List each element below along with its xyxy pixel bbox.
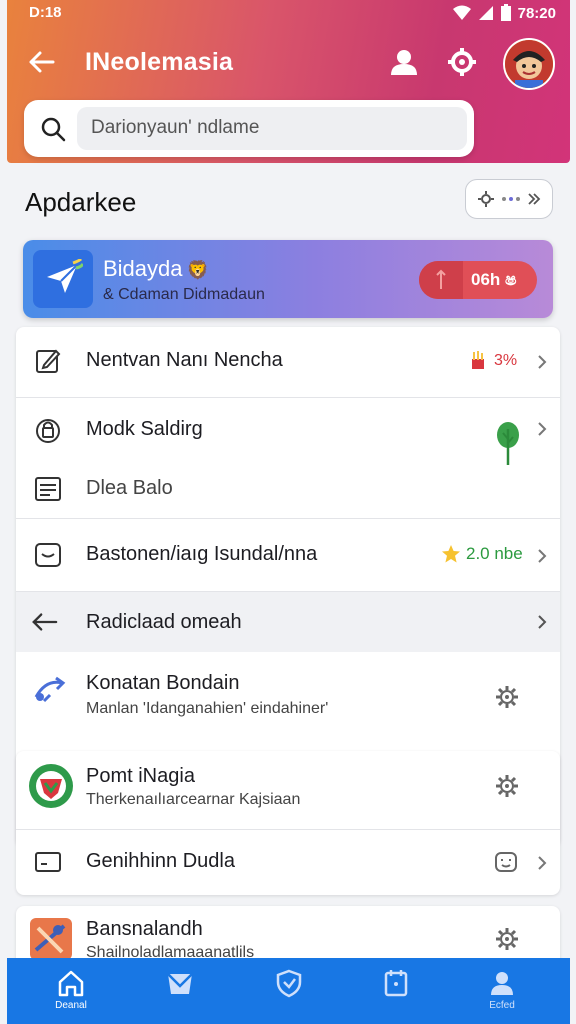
section-title: Apdarkee xyxy=(25,187,137,217)
sparkle-icon xyxy=(478,191,494,207)
battery-icon xyxy=(500,4,511,21)
list-item[interactable]: Dlea Balo xyxy=(16,460,560,518)
paper-plane-icon xyxy=(33,250,93,308)
list-item[interactable]: Genihhinn Dudla xyxy=(16,830,560,895)
shield-badge-icon xyxy=(28,763,74,809)
gear-icon[interactable] xyxy=(494,773,520,799)
page-title: INeolemasia xyxy=(85,48,234,76)
app-bar: INeolemasia xyxy=(7,36,570,90)
chevron-right-icon xyxy=(534,853,550,873)
inbox-icon xyxy=(34,541,62,569)
calendar-icon xyxy=(384,970,408,997)
status-icons: 78:20 xyxy=(452,4,556,22)
avatar[interactable] xyxy=(503,38,555,90)
fries-icon xyxy=(472,351,484,369)
chat-face-icon xyxy=(495,852,517,872)
featured-card[interactable]: Bidayda 🦁 & Cdaman Didmadaun 06h ෂ xyxy=(23,240,553,318)
list-item-subtitle: Therkenaılıarcearnar Kajsiaan xyxy=(86,791,301,808)
list-item[interactable]: Modk Saldirg xyxy=(16,398,560,460)
nav-home[interactable]: Deanal xyxy=(41,968,101,1018)
list-item[interactable]: Bastonen/iaıg Isundal/nna 2.0 nbe xyxy=(16,519,560,591)
nav-inbox[interactable] xyxy=(150,968,210,1018)
options-pill-button[interactable] xyxy=(465,179,553,219)
list-item-title: Bansnalandh xyxy=(86,918,203,940)
edit-icon xyxy=(34,347,62,375)
nav-profile-label: Ecfed xyxy=(489,1000,515,1011)
chevron-right-icon xyxy=(534,612,550,632)
list-icon xyxy=(34,475,62,503)
search-field[interactable] xyxy=(77,107,467,150)
app-header: D:18 78:20 INeolemasia xyxy=(7,0,570,163)
navigation-row-label: Radiclaad omeah xyxy=(86,611,242,633)
card-icon xyxy=(34,848,62,876)
back-arrow-icon xyxy=(29,51,55,73)
home-icon xyxy=(58,970,84,997)
dots-icon xyxy=(502,197,520,201)
list-item-label: Bastonen/iaıg Isundal/nna xyxy=(86,543,318,565)
signal-icon xyxy=(478,6,493,20)
share-arrow-icon xyxy=(32,676,68,704)
list-item[interactable]: Nentvan Nanı Nencha 3% xyxy=(16,327,560,397)
main-content: Apdarkee Bidayda 🦁 & Cdaman Didmadaun 06h… xyxy=(7,165,570,986)
list-item-title: Genihhinn Dudla xyxy=(86,850,235,872)
featured-action-pill[interactable]: 06h ෂ xyxy=(419,261,537,299)
nav-profile[interactable]: Ecfed xyxy=(472,968,532,1018)
arrow-left-icon xyxy=(30,608,58,636)
bottom-navigation: Deanal Ecfed xyxy=(7,958,570,1024)
avatar-image xyxy=(505,40,553,88)
settings-card-2: Pomt iNagia Therkenaılıarcearnar Kajsiaa… xyxy=(16,751,560,895)
user-icon xyxy=(391,50,417,75)
status-clock: 78:20 xyxy=(517,4,556,22)
double-chevron-icon xyxy=(528,193,541,205)
list-item-title: Pomt iNagia xyxy=(86,765,195,787)
chevron-right-icon xyxy=(534,419,550,439)
connect-row[interactable]: Konatan Bondain Manlan 'Idanganahien' ei… xyxy=(16,652,560,742)
list-item-label: Dlea Balo xyxy=(86,477,173,499)
gear-icon[interactable] xyxy=(494,926,520,952)
account-button[interactable] xyxy=(387,45,421,79)
chevron-right-icon xyxy=(534,352,550,372)
wifi-icon xyxy=(452,5,471,20)
lock-icon xyxy=(34,416,62,444)
nav-calendar[interactable] xyxy=(366,968,426,1018)
tools-icon xyxy=(28,916,74,962)
nav-home-label: Deanal xyxy=(55,1000,87,1011)
featured-pill-label: 06h ෂ xyxy=(471,270,517,289)
connect-subtitle: Manlan 'Idanganahien' eindahiner' xyxy=(86,700,329,717)
settings-button[interactable] xyxy=(445,45,479,79)
gear-icon xyxy=(448,48,476,76)
pin-icon xyxy=(419,261,463,299)
inbox-icon xyxy=(167,973,193,994)
star-icon xyxy=(442,545,460,563)
list-item-label: Nentvan Nanı Nencha xyxy=(86,349,283,371)
profile-icon xyxy=(491,972,513,995)
list-item[interactable]: Pomt iNagia Therkenaılıarcearnar Kajsiaa… xyxy=(16,751,560,829)
back-button[interactable] xyxy=(25,46,57,78)
featured-subtitle: & Cdaman Didmadaun xyxy=(103,286,265,303)
shield-icon xyxy=(276,969,302,998)
search-input[interactable] xyxy=(91,117,451,139)
status-bar: D:18 78:20 xyxy=(7,0,570,26)
status-time: D:18 xyxy=(29,4,62,21)
featured-title: Bidayda 🦁 xyxy=(103,256,209,281)
navigation-row[interactable]: Radiclaad omeah xyxy=(16,592,560,652)
lion-emoji: 🦁 xyxy=(186,260,209,280)
list-item-label: Modk Saldirg xyxy=(86,418,203,440)
gear-icon[interactable] xyxy=(494,684,520,710)
chevron-right-icon xyxy=(534,546,550,566)
connect-title: Konatan Bondain xyxy=(86,672,240,694)
percent-badge: 3% xyxy=(494,352,518,369)
rating-badge: 2.0 nbe xyxy=(466,544,523,563)
nav-shield[interactable] xyxy=(259,968,319,1018)
search-bar xyxy=(24,100,474,157)
search-icon[interactable] xyxy=(40,116,66,142)
